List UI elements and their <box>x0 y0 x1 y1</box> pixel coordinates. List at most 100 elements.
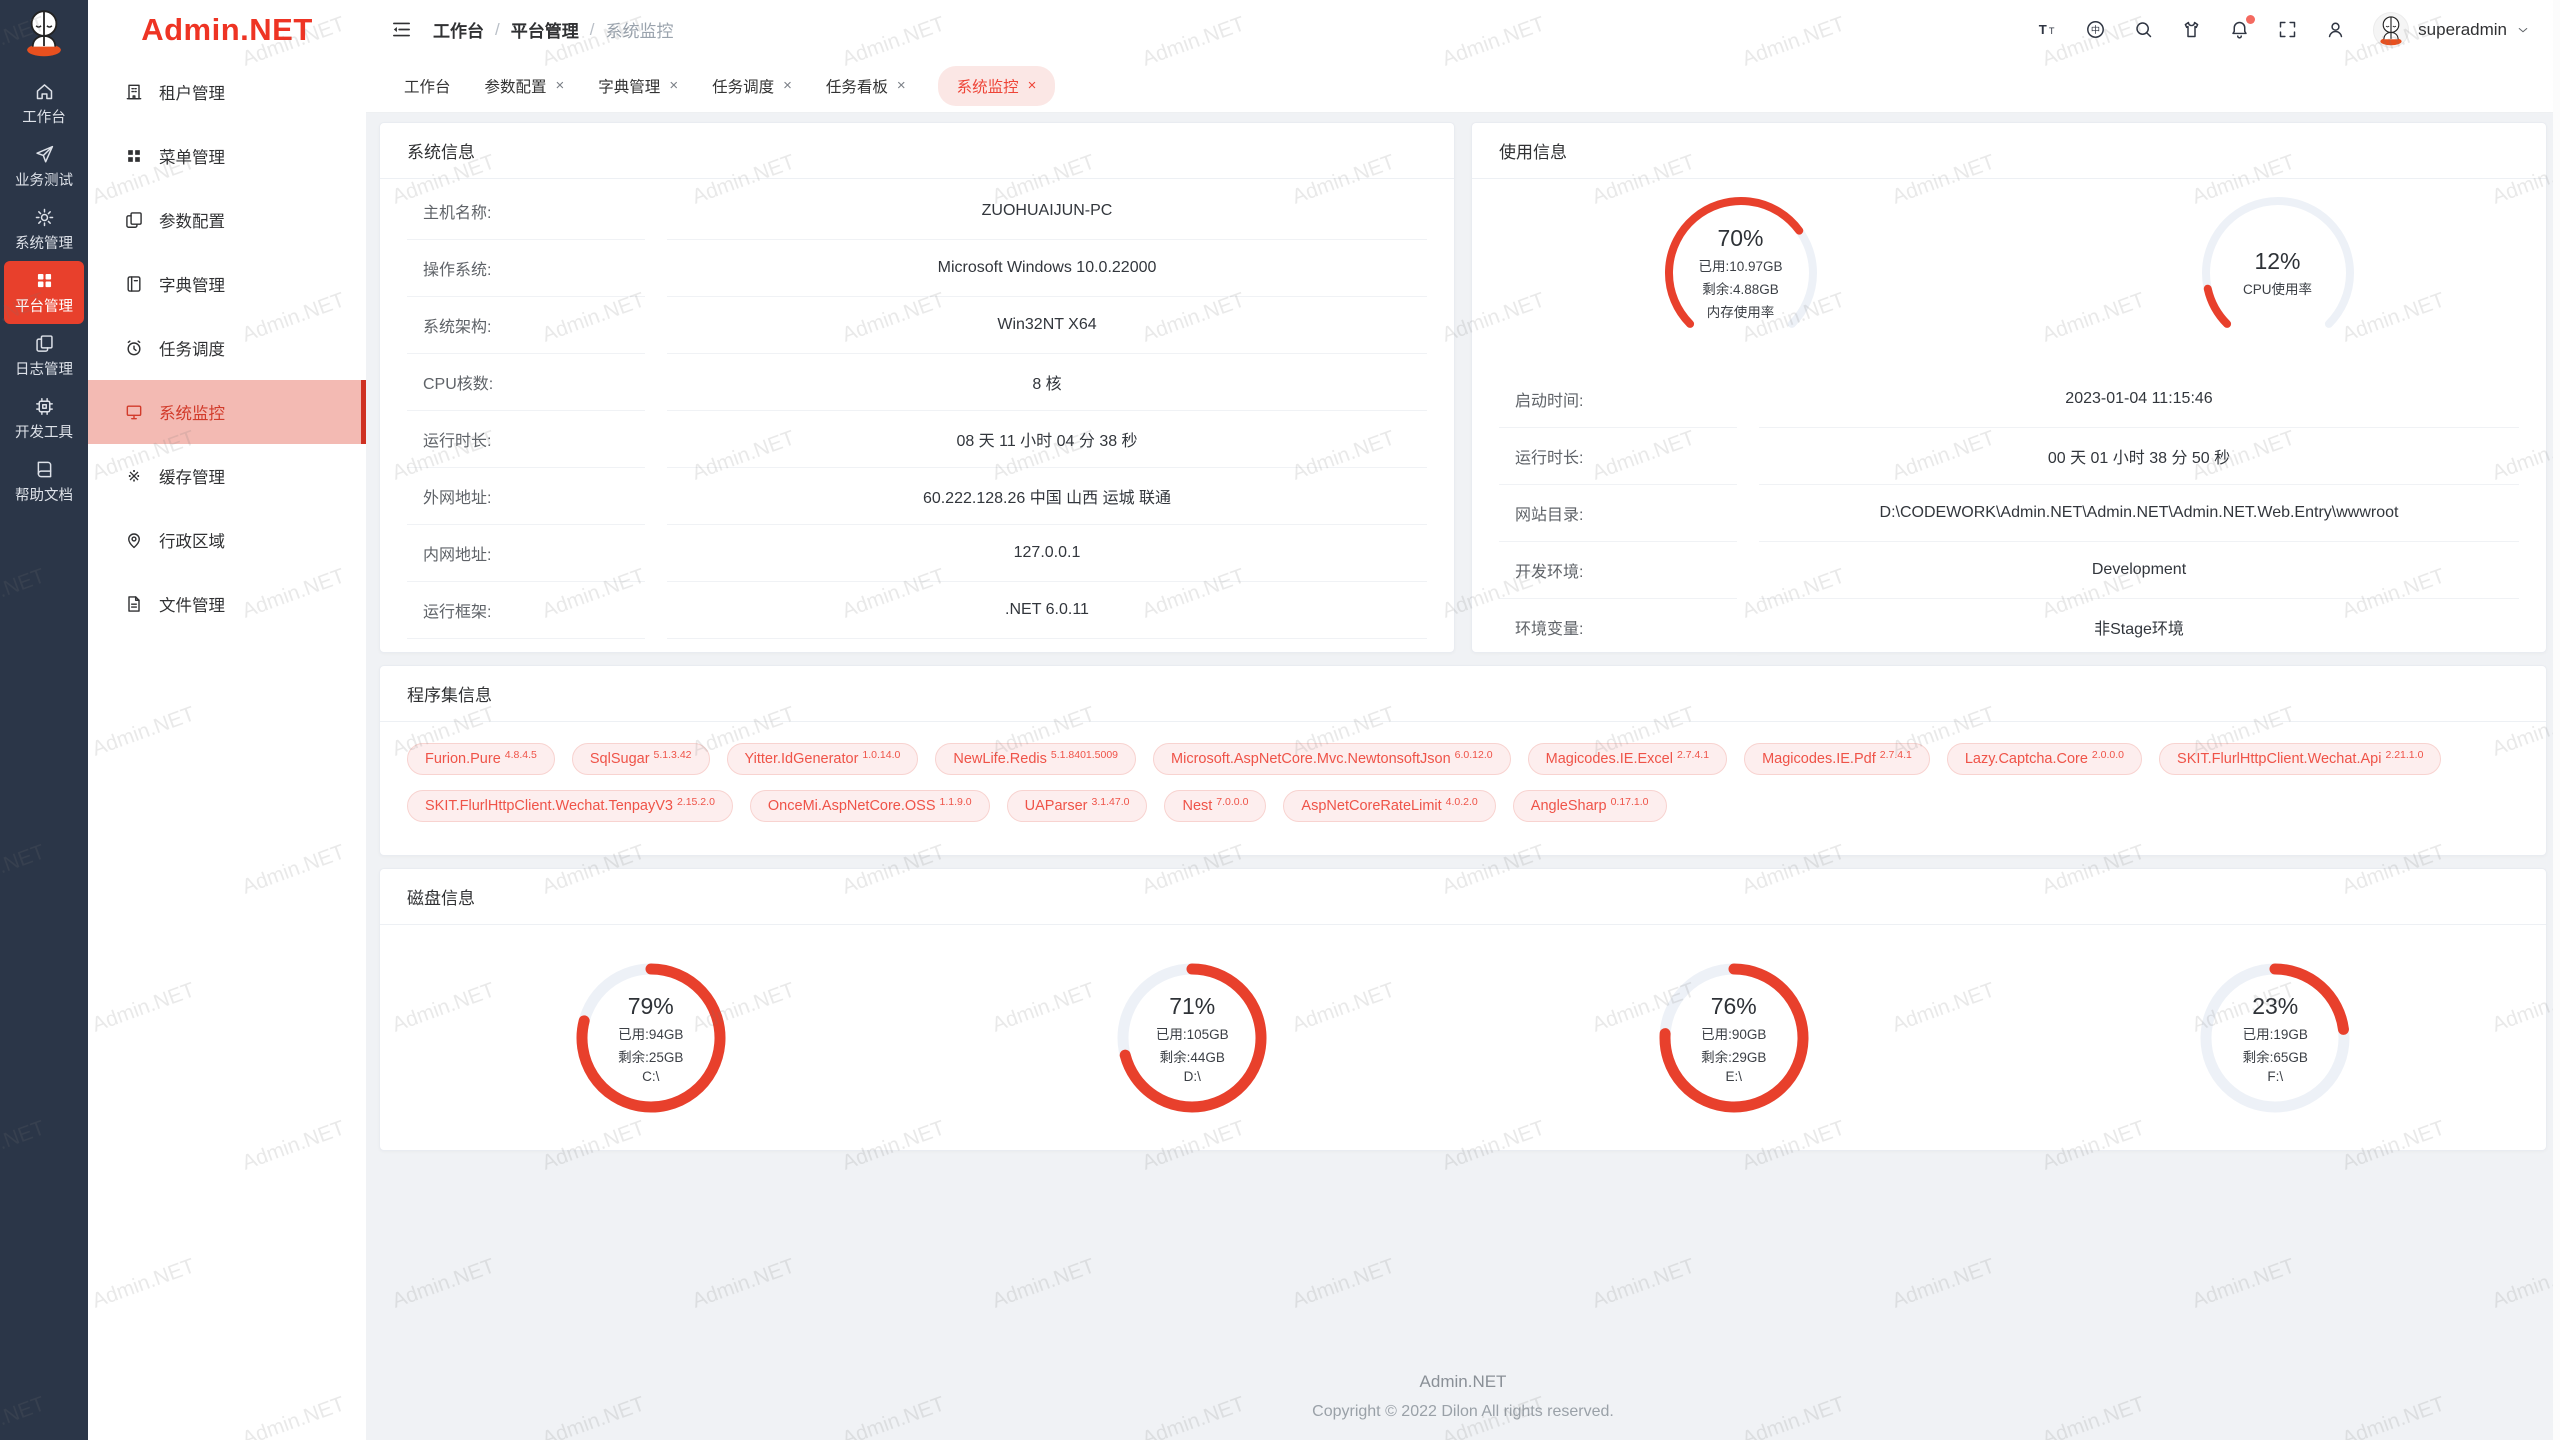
system-info-row: CPU核数:8 核 <box>407 354 1427 411</box>
tab-close-icon[interactable]: × <box>669 78 678 93</box>
assembly-tag[interactable]: OnceMi.AspNetCore.OSS1.1.9.0 <box>750 790 990 822</box>
info-label: 运行时长: <box>407 411 645 468</box>
tab-item[interactable]: 任务调度× <box>710 66 794 106</box>
assembly-tag[interactable]: Microsoft.AspNetCore.Mvc.NewtonsoftJson6… <box>1153 743 1511 775</box>
tab-item[interactable]: 参数配置× <box>483 66 567 106</box>
font-size-icon[interactable]: TT <box>2037 19 2058 40</box>
gauge-percent: 71% <box>1169 993 1215 1020</box>
gauge-text: 76%已用:90GB剩余:29GBE:\ <box>1654 958 1814 1118</box>
sidebar-item-location[interactable]: 行政区域 <box>88 508 366 572</box>
rail-item-grid[interactable]: 平台管理 <box>4 261 84 324</box>
rail-item-label: 开发工具 <box>15 421 73 442</box>
footer-title: Admin.NET <box>379 1372 2547 1392</box>
system-info-row: 运行框架:.NET 6.0.11 <box>407 582 1427 639</box>
assembly-name: SKIT.FlurlHttpClient.Wechat.TenpayV3 <box>425 798 673 814</box>
scrollbar-track[interactable] <box>2553 0 2560 1440</box>
sidebar-item-label: 行政区域 <box>159 528 225 552</box>
copydocs-icon <box>34 333 55 354</box>
rail-item-cpu[interactable]: 开发工具 <box>4 387 84 450</box>
gauge-wrap: 23%已用:19GB剩余:65GBF:\ <box>2005 958 2547 1118</box>
user-menu[interactable]: superadmin <box>2373 12 2530 48</box>
assembly-tag[interactable]: Nest7.0.0.0 <box>1164 790 1266 822</box>
assembly-name: Lazy.Captcha.Core <box>1965 751 2088 767</box>
tab-close-icon[interactable]: × <box>897 78 906 93</box>
system-info-row: 主机名称:ZUOHUAIJUN-PC <box>407 183 1427 240</box>
send-icon <box>34 144 55 165</box>
secondary-sidebar: Admin.NET 租户管理菜单管理参数配置字典管理任务调度系统监控※缓存管理行… <box>88 0 366 1440</box>
assembly-tag[interactable]: SKIT.FlurlHttpClient.Wechat.TenpayV32.15… <box>407 790 733 822</box>
assembly-tag[interactable]: UAParser3.1.47.0 <box>1007 790 1148 822</box>
menugrid-icon <box>124 146 144 166</box>
search-icon[interactable] <box>2133 19 2154 40</box>
chevron-down-icon <box>2516 23 2530 37</box>
tab-item[interactable]: 任务看板× <box>824 66 908 106</box>
notification-icon[interactable] <box>2229 19 2250 40</box>
info-gap <box>645 183 667 240</box>
info-gap <box>1737 599 1759 656</box>
gauge-detail: D:\ <box>1184 1069 1201 1084</box>
info-gap <box>1737 428 1759 485</box>
tab-item[interactable]: 字典管理 × <box>596 66 680 106</box>
tab-active[interactable]: 系统监控 × <box>938 66 1056 106</box>
sidebar-item-copydocs[interactable]: 参数配置 <box>88 188 366 252</box>
assembly-tag[interactable]: SqlSugar5.1.3.42 <box>572 743 710 775</box>
tab-close-icon[interactable]: × <box>783 78 792 93</box>
assembly-version: 4.8.4.5 <box>505 749 537 761</box>
sidebar-item-document[interactable]: 文件管理 <box>88 572 366 636</box>
home-icon <box>34 81 55 102</box>
info-value: D:\CODEWORK\Admin.NET\Admin.NET\Admin.NE… <box>1759 485 2519 542</box>
assembly-tag[interactable]: Magicodes.IE.Excel2.7.4.1 <box>1528 743 1727 775</box>
sidebar-item-alarm[interactable]: 任务调度 <box>88 316 366 380</box>
rail-item-copydocs[interactable]: 日志管理 <box>4 324 84 387</box>
info-value: 127.0.0.1 <box>667 525 1427 582</box>
fullscreen-icon[interactable] <box>2277 19 2298 40</box>
assembly-name: Magicodes.IE.Excel <box>1546 751 1673 767</box>
assembly-tag[interactable]: Lazy.Captcha.Core2.0.0.0 <box>1947 743 2142 775</box>
info-label: CPU核数: <box>407 354 645 411</box>
sidebar-item-building[interactable]: 租户管理 <box>88 60 366 124</box>
rail-item-gear[interactable]: 系统管理 <box>4 198 84 261</box>
assembly-version: 2.7.4.1 <box>1880 749 1912 761</box>
app-logo-avatar[interactable] <box>17 5 71 63</box>
info-value: .NET 6.0.11 <box>667 582 1427 639</box>
usage-info-card: 使用信息 70%已用:10.97GB剩余:4.88GB内存使用率12%CPU使用… <box>1471 122 2547 653</box>
sidebar-item-label: 菜单管理 <box>159 144 225 168</box>
tab-label: 字典管理 <box>598 75 660 97</box>
assembly-tag[interactable]: AngleSharp0.17.1.0 <box>1513 790 1667 822</box>
language-icon[interactable]: 中 <box>2085 19 2106 40</box>
breadcrumb-item[interactable]: 平台管理 <box>511 17 579 42</box>
sidebar-item-snow[interactable]: ※缓存管理 <box>88 444 366 508</box>
tab-item[interactable]: 工作台 <box>402 66 453 106</box>
collapse-menu-icon[interactable] <box>390 18 413 41</box>
tab-close-icon[interactable]: × <box>556 78 565 93</box>
tab-label: 系统监控 <box>957 75 1019 97</box>
gauge-wrap: 71%已用:105GB剩余:44GBD:\ <box>922 958 1464 1118</box>
theme-icon[interactable] <box>2181 19 2202 40</box>
assembly-tag[interactable]: NewLife.Redis5.1.8401.5009 <box>935 743 1136 775</box>
sidebar-item-monitor[interactable]: 系统监控 <box>88 380 366 444</box>
disk-info-card-title: 磁盘信息 <box>380 869 2546 925</box>
profile-icon[interactable] <box>2325 19 2346 40</box>
monitor-icon <box>124 402 144 422</box>
sidebar-item-menugrid[interactable]: 菜单管理 <box>88 124 366 188</box>
gauge-wrap: 79%已用:94GB剩余:25GBC:\ <box>380 958 922 1118</box>
info-value: Development <box>1759 542 2519 599</box>
assembly-tag[interactable]: Furion.Pure4.8.4.5 <box>407 743 555 775</box>
assembly-tag[interactable]: Magicodes.IE.Pdf2.7.4.1 <box>1744 743 1930 775</box>
rail-item-send[interactable]: 业务测试 <box>4 135 84 198</box>
system-info-row: 运行时长:08 天 11 小时 04 分 38 秒 <box>407 411 1427 468</box>
tab-close-icon[interactable]: × <box>1028 78 1037 93</box>
rail-item-book[interactable]: 帮助文档 <box>4 450 84 513</box>
gauge-detail: F:\ <box>2267 1069 2283 1084</box>
assembly-tag[interactable]: Yitter.IdGenerator1.0.14.0 <box>727 743 919 775</box>
info-value: 00 天 01 小时 38 分 50 秒 <box>1759 428 2519 485</box>
secondary-sidebar-nav: 租户管理菜单管理参数配置字典管理任务调度系统监控※缓存管理行政区域文件管理 <box>88 60 366 636</box>
breadcrumb-item[interactable]: 工作台 <box>433 17 484 42</box>
assembly-tag[interactable]: AspNetCoreRateLimit4.0.2.0 <box>1283 790 1495 822</box>
sidebar-item-label: 租户管理 <box>159 80 225 104</box>
breadcrumb-separator: / <box>590 20 595 40</box>
gauge-detail: 已用:94GB <box>618 1023 683 1043</box>
assembly-tag[interactable]: SKIT.FlurlHttpClient.Wechat.Api2.21.1.0 <box>2159 743 2441 775</box>
rail-item-home[interactable]: 工作台 <box>4 72 84 135</box>
sidebar-item-notebook[interactable]: 字典管理 <box>88 252 366 316</box>
